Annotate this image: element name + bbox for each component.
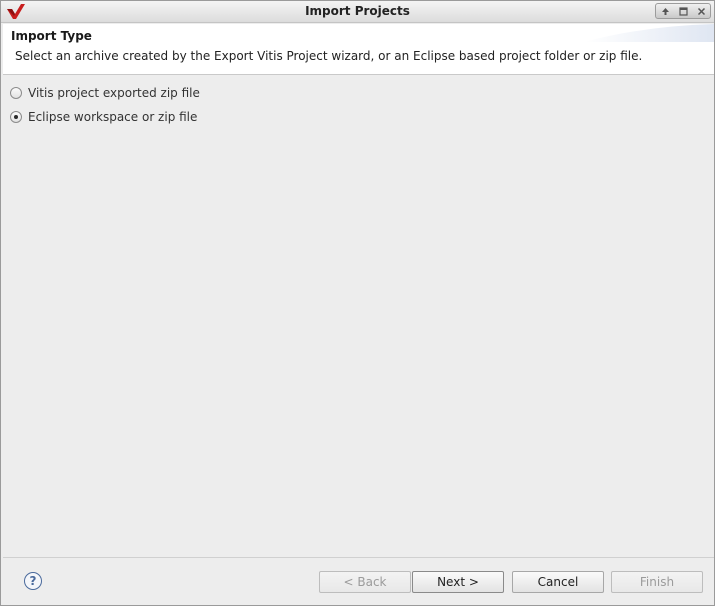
footer-divider: [3, 557, 714, 558]
page-description: Select an archive created by the Export …: [15, 49, 643, 63]
window-title: Import Projects: [305, 4, 410, 18]
square-icon: [678, 6, 688, 16]
next-button[interactable]: Next >: [412, 571, 504, 593]
finish-button[interactable]: Finish: [611, 571, 703, 593]
banner-decoration: [584, 24, 714, 42]
radio-button-selected[interactable]: [10, 111, 22, 123]
option-eclipse-workspace[interactable]: Eclipse workspace or zip file: [10, 105, 200, 129]
help-icon[interactable]: ?: [24, 572, 42, 590]
back-button[interactable]: < Back: [319, 571, 411, 593]
close-icon: [697, 7, 705, 15]
arrow-up-icon: [661, 7, 669, 15]
option-label: Vitis project exported zip file: [28, 86, 200, 100]
option-label: Eclipse workspace or zip file: [28, 110, 198, 124]
import-type-options: Vitis project exported zip file Eclipse …: [10, 81, 200, 129]
cancel-button[interactable]: Cancel: [512, 571, 604, 593]
radio-button[interactable]: [10, 87, 22, 99]
wizard-header: Import Type Select an archive created by…: [3, 24, 714, 75]
page-title: Import Type: [11, 29, 92, 43]
maximize-button[interactable]: [676, 5, 690, 17]
close-button[interactable]: [694, 5, 708, 17]
minimize-button[interactable]: [658, 5, 672, 17]
title-bar[interactable]: Import Projects: [1, 1, 714, 23]
window-controls: [655, 3, 711, 19]
option-vitis-zip[interactable]: Vitis project exported zip file: [10, 81, 200, 105]
import-projects-dialog: Import Projects Import Type Select an ar…: [0, 0, 715, 606]
